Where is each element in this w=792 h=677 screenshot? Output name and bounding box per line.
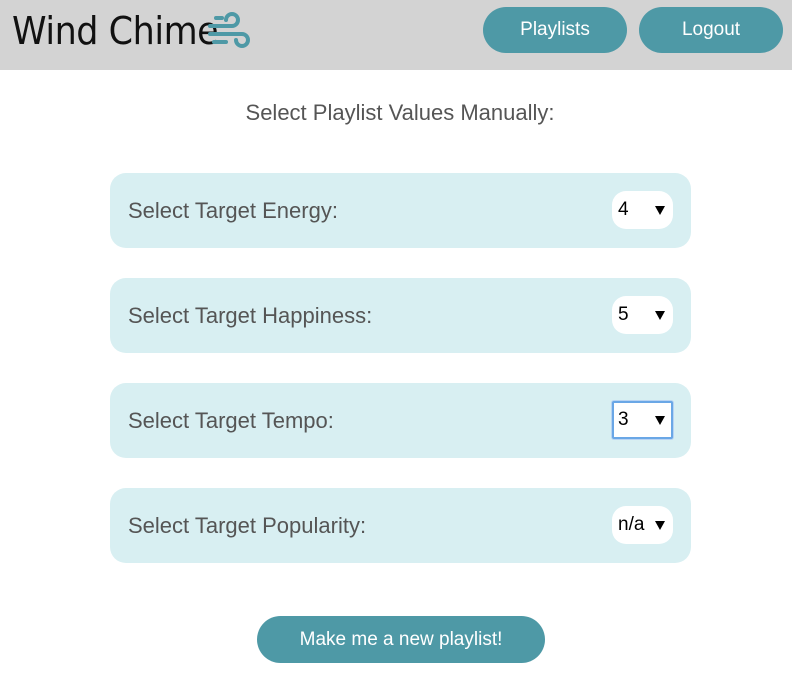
energy-select[interactable]: 4 [612, 191, 673, 229]
tempo-row: Select Target Tempo: 3 [110, 383, 691, 458]
happiness-label: Select Target Happiness: [128, 303, 373, 328]
happiness-select-value: 5 [618, 304, 629, 325]
dropdown-arrow-icon [655, 206, 665, 215]
energy-label: Select Target Energy: [128, 198, 338, 223]
brand: Wind Chime [12, 8, 250, 54]
tempo-select-value: 3 [618, 409, 629, 430]
page-title: Select Playlist Values Manually: [245, 100, 555, 125]
dropdown-arrow-icon [655, 311, 665, 320]
happiness-select[interactable]: 5 [612, 296, 673, 334]
popularity-select[interactable]: n/a [612, 506, 673, 544]
popularity-label: Select Target Popularity: [128, 513, 367, 538]
make-playlist-button[interactable]: Make me a new playlist! [257, 616, 545, 663]
app-title: Wind Chime [12, 9, 219, 53]
tempo-label: Select Target Tempo: [128, 408, 334, 433]
energy-select-value: 4 [618, 199, 629, 220]
tempo-select[interactable]: 3 [612, 401, 673, 439]
happiness-row: Select Target Happiness: 5 [110, 278, 691, 353]
top-nav-bar: Wind Chime Playlists Logout [0, 0, 792, 70]
wind-icon [208, 12, 250, 48]
energy-row: Select Target Energy: 4 [110, 173, 691, 248]
dropdown-arrow-icon [655, 521, 665, 530]
popularity-row: Select Target Popularity: n/a [110, 488, 691, 563]
popularity-select-value: n/a [618, 514, 645, 535]
logout-button[interactable]: Logout [639, 7, 783, 53]
dropdown-arrow-icon [655, 416, 665, 425]
playlists-button[interactable]: Playlists [483, 7, 627, 53]
